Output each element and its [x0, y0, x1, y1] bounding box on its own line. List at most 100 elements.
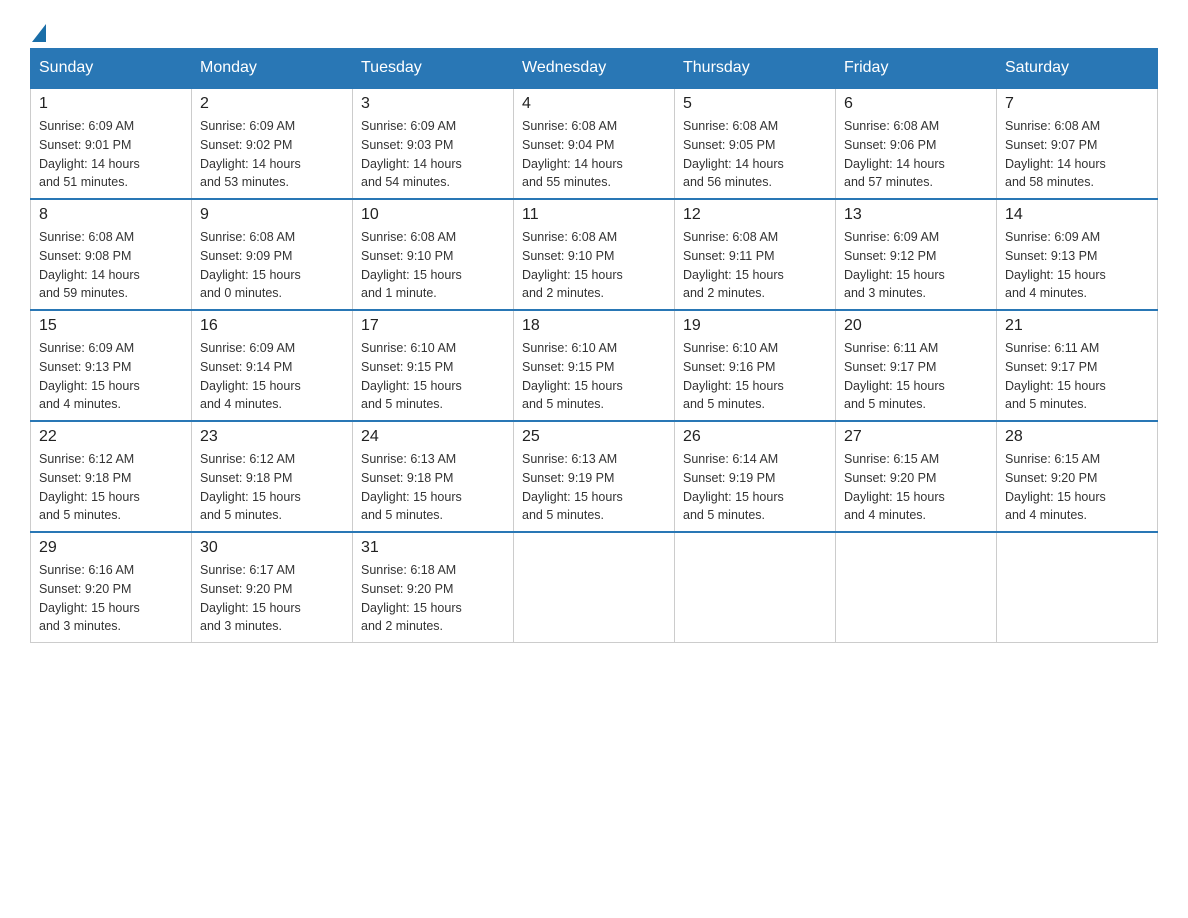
day-info: Sunrise: 6:11 AMSunset: 9:17 PMDaylight:…: [1005, 339, 1149, 414]
day-info: Sunrise: 6:08 AMSunset: 9:10 PMDaylight:…: [361, 228, 505, 303]
day-info: Sunrise: 6:09 AMSunset: 9:02 PMDaylight:…: [200, 117, 344, 192]
day-number: 4: [522, 95, 666, 113]
calendar-day-cell: 28 Sunrise: 6:15 AMSunset: 9:20 PMDayligh…: [997, 421, 1158, 532]
day-info: Sunrise: 6:15 AMSunset: 9:20 PMDaylight:…: [1005, 450, 1149, 525]
calendar-day-cell: 25 Sunrise: 6:13 AMSunset: 9:19 PMDayligh…: [514, 421, 675, 532]
day-info: Sunrise: 6:09 AMSunset: 9:03 PMDaylight:…: [361, 117, 505, 192]
day-number: 30: [200, 539, 344, 557]
day-info: Sunrise: 6:08 AMSunset: 9:10 PMDaylight:…: [522, 228, 666, 303]
day-info: Sunrise: 6:11 AMSunset: 9:17 PMDaylight:…: [844, 339, 988, 414]
day-number: 14: [1005, 206, 1149, 224]
calendar-day-cell: 16 Sunrise: 6:09 AMSunset: 9:14 PMDayligh…: [192, 310, 353, 421]
day-info: Sunrise: 6:09 AMSunset: 9:13 PMDaylight:…: [39, 339, 183, 414]
calendar-day-cell: 19 Sunrise: 6:10 AMSunset: 9:16 PMDayligh…: [675, 310, 836, 421]
day-info: Sunrise: 6:09 AMSunset: 9:13 PMDaylight:…: [1005, 228, 1149, 303]
day-number: 31: [361, 539, 505, 557]
day-info: Sunrise: 6:08 AMSunset: 9:11 PMDaylight:…: [683, 228, 827, 303]
calendar-week-row: 29Sunrise: 6:16 AMSunset: 9:20 PMDayligh…: [31, 532, 1158, 643]
calendar-day-cell: 13 Sunrise: 6:09 AMSunset: 9:12 PMDayligh…: [836, 199, 997, 310]
page-header: [30, 20, 1158, 38]
calendar-day-cell: 5 Sunrise: 6:08 AMSunset: 9:05 PMDaylight…: [675, 88, 836, 199]
day-number: 5: [683, 95, 827, 113]
day-number: 27: [844, 428, 988, 446]
calendar-day-cell: 18 Sunrise: 6:10 AMSunset: 9:15 PMDayligh…: [514, 310, 675, 421]
day-number: 25: [522, 428, 666, 446]
day-info: Sunrise: 6:10 AMSunset: 9:15 PMDaylight:…: [361, 339, 505, 414]
weekday-header-friday: Friday: [836, 49, 997, 89]
empty-cell: [836, 532, 997, 643]
day-number: 24: [361, 428, 505, 446]
weekday-header-sunday: Sunday: [31, 49, 192, 89]
calendar-day-cell: 30 Sunrise: 6:17 AMSunset: 9:20 PMDayligh…: [192, 532, 353, 643]
day-number: 9: [200, 206, 344, 224]
empty-cell: [675, 532, 836, 643]
day-number: 18: [522, 317, 666, 335]
weekday-header-saturday: Saturday: [997, 49, 1158, 89]
day-info: Sunrise: 6:09 AMSunset: 9:14 PMDaylight:…: [200, 339, 344, 414]
day-number: 15: [39, 317, 183, 335]
day-number: 22: [39, 428, 183, 446]
calendar-day-cell: 29Sunrise: 6:16 AMSunset: 9:20 PMDayligh…: [31, 532, 192, 643]
calendar-table: SundayMondayTuesdayWednesdayThursdayFrid…: [30, 48, 1158, 643]
day-info: Sunrise: 6:08 AMSunset: 9:04 PMDaylight:…: [522, 117, 666, 192]
weekday-header-wednesday: Wednesday: [514, 49, 675, 89]
day-info: Sunrise: 6:12 AMSunset: 9:18 PMDaylight:…: [39, 450, 183, 525]
calendar-day-cell: 3 Sunrise: 6:09 AMSunset: 9:03 PMDaylight…: [353, 88, 514, 199]
logo-arrow-icon: [32, 24, 46, 42]
day-info: Sunrise: 6:08 AMSunset: 9:07 PMDaylight:…: [1005, 117, 1149, 192]
weekday-header-tuesday: Tuesday: [353, 49, 514, 89]
day-number: 13: [844, 206, 988, 224]
calendar-day-cell: 17 Sunrise: 6:10 AMSunset: 9:15 PMDayligh…: [353, 310, 514, 421]
calendar-week-row: 22 Sunrise: 6:12 AMSunset: 9:18 PMDayligh…: [31, 421, 1158, 532]
day-number: 6: [844, 95, 988, 113]
day-info: Sunrise: 6:10 AMSunset: 9:15 PMDaylight:…: [522, 339, 666, 414]
calendar-day-cell: 12Sunrise: 6:08 AMSunset: 9:11 PMDayligh…: [675, 199, 836, 310]
calendar-day-cell: 31Sunrise: 6:18 AMSunset: 9:20 PMDayligh…: [353, 532, 514, 643]
day-number: 10: [361, 206, 505, 224]
calendar-day-cell: 22 Sunrise: 6:12 AMSunset: 9:18 PMDayligh…: [31, 421, 192, 532]
calendar-day-cell: 4 Sunrise: 6:08 AMSunset: 9:04 PMDaylight…: [514, 88, 675, 199]
calendar-day-cell: 27 Sunrise: 6:15 AMSunset: 9:20 PMDayligh…: [836, 421, 997, 532]
day-info: Sunrise: 6:15 AMSunset: 9:20 PMDaylight:…: [844, 450, 988, 525]
calendar-day-cell: 2 Sunrise: 6:09 AMSunset: 9:02 PMDaylight…: [192, 88, 353, 199]
calendar-day-cell: 23 Sunrise: 6:12 AMSunset: 9:18 PMDayligh…: [192, 421, 353, 532]
day-number: 28: [1005, 428, 1149, 446]
day-info: Sunrise: 6:09 AMSunset: 9:12 PMDaylight:…: [844, 228, 988, 303]
day-info: Sunrise: 6:08 AMSunset: 9:08 PMDaylight:…: [39, 228, 183, 303]
day-info: Sunrise: 6:10 AMSunset: 9:16 PMDaylight:…: [683, 339, 827, 414]
logo: [30, 20, 48, 38]
day-info: Sunrise: 6:17 AMSunset: 9:20 PMDaylight:…: [200, 561, 344, 636]
day-info: Sunrise: 6:09 AMSunset: 9:01 PMDaylight:…: [39, 117, 183, 192]
calendar-day-cell: 7 Sunrise: 6:08 AMSunset: 9:07 PMDaylight…: [997, 88, 1158, 199]
day-info: Sunrise: 6:08 AMSunset: 9:09 PMDaylight:…: [200, 228, 344, 303]
empty-cell: [514, 532, 675, 643]
calendar-day-cell: 21 Sunrise: 6:11 AMSunset: 9:17 PMDayligh…: [997, 310, 1158, 421]
day-number: 23: [200, 428, 344, 446]
calendar-header-row: SundayMondayTuesdayWednesdayThursdayFrid…: [31, 49, 1158, 89]
calendar-day-cell: 9 Sunrise: 6:08 AMSunset: 9:09 PMDaylight…: [192, 199, 353, 310]
calendar-day-cell: 20 Sunrise: 6:11 AMSunset: 9:17 PMDayligh…: [836, 310, 997, 421]
weekday-header-thursday: Thursday: [675, 49, 836, 89]
calendar-day-cell: 1Sunrise: 6:09 AMSunset: 9:01 PMDaylight…: [31, 88, 192, 199]
day-number: 3: [361, 95, 505, 113]
calendar-day-cell: 10 Sunrise: 6:08 AMSunset: 9:10 PMDayligh…: [353, 199, 514, 310]
day-number: 20: [844, 317, 988, 335]
day-number: 16: [200, 317, 344, 335]
day-info: Sunrise: 6:14 AMSunset: 9:19 PMDaylight:…: [683, 450, 827, 525]
calendar-week-row: 15 Sunrise: 6:09 AMSunset: 9:13 PMDayligh…: [31, 310, 1158, 421]
weekday-header-monday: Monday: [192, 49, 353, 89]
day-info: Sunrise: 6:12 AMSunset: 9:18 PMDaylight:…: [200, 450, 344, 525]
calendar-day-cell: 11Sunrise: 6:08 AMSunset: 9:10 PMDayligh…: [514, 199, 675, 310]
day-info: Sunrise: 6:08 AMSunset: 9:05 PMDaylight:…: [683, 117, 827, 192]
day-number: 7: [1005, 95, 1149, 113]
day-number: 21: [1005, 317, 1149, 335]
day-info: Sunrise: 6:13 AMSunset: 9:19 PMDaylight:…: [522, 450, 666, 525]
day-number: 26: [683, 428, 827, 446]
day-number: 17: [361, 317, 505, 335]
calendar-week-row: 8Sunrise: 6:08 AMSunset: 9:08 PMDaylight…: [31, 199, 1158, 310]
day-number: 2: [200, 95, 344, 113]
day-number: 19: [683, 317, 827, 335]
day-info: Sunrise: 6:08 AMSunset: 9:06 PMDaylight:…: [844, 117, 988, 192]
day-number: 29: [39, 539, 183, 557]
calendar-day-cell: 8Sunrise: 6:08 AMSunset: 9:08 PMDaylight…: [31, 199, 192, 310]
